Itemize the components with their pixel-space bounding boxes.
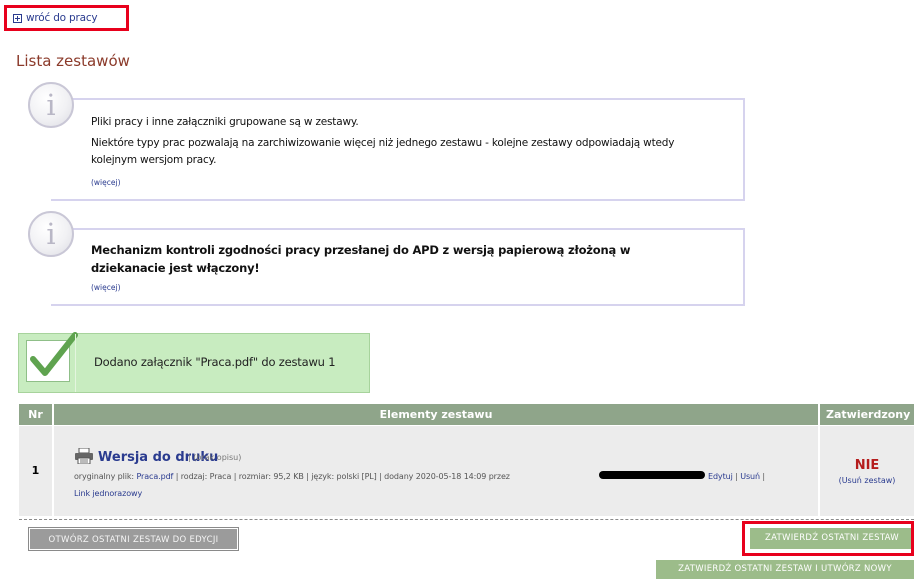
- item-description: | (brak opisu): [188, 453, 242, 462]
- printer-icon: [74, 447, 94, 465]
- back-to-thesis-link[interactable]: wróć do pracy: [4, 5, 129, 31]
- success-message-box: Dodano załącznik "Praca.pdf" do zestawu …: [18, 332, 370, 393]
- control-message: Mechanizm kontroli zgodności pracy przes…: [91, 243, 631, 275]
- approve-and-new-button[interactable]: ZATWIERDŹ OSTATNI ZESTAW I UTWÓRZ NOWY: [656, 560, 914, 579]
- more-link[interactable]: (więcej): [91, 283, 121, 292]
- item-meta: oryginalny plik: Praca.pdf | rodzaj: Pra…: [74, 472, 510, 481]
- column-header-approved: Zatwierdzony: [820, 404, 914, 425]
- meta-details: | rodzaj: Praca | rozmiar: 95,2 KB | jęz…: [175, 472, 510, 481]
- meta-prefix: oryginalny plik:: [74, 472, 135, 481]
- remove-set-link[interactable]: (Usuń zestaw): [820, 476, 914, 485]
- back-link-label: wróć do pracy: [26, 12, 98, 24]
- more-link[interactable]: (więcej): [91, 178, 121, 187]
- row-number: 1: [31, 464, 40, 477]
- success-text: Dodano załącznik "Praca.pdf" do zestawu …: [94, 355, 336, 369]
- file-link[interactable]: Praca.pdf: [136, 472, 173, 481]
- delete-link[interactable]: Usuń: [740, 472, 760, 481]
- checkmark-icon: [26, 332, 78, 382]
- approved-status: NIE: [854, 458, 880, 473]
- info-line-2: Niektóre typy prac pozwalają na zarchiwi…: [91, 137, 675, 166]
- column-header-elements: Elementy zestawu: [54, 404, 818, 425]
- info-icon: i: [28, 82, 74, 128]
- onetime-link[interactable]: Link jednorazowy: [74, 489, 142, 498]
- plus-box-icon: [13, 14, 22, 23]
- divider: [19, 519, 914, 520]
- open-last-set-button[interactable]: OTWÓRZ OSTATNI ZESTAW DO EDYCJI: [28, 527, 239, 551]
- highlight-frame: [742, 521, 914, 556]
- column-header-nr: Nr: [19, 404, 52, 425]
- redacted-author: [599, 471, 705, 479]
- info-box-sets: Pliki pracy i inne załączniki grupowane …: [51, 98, 745, 201]
- edit-link[interactable]: Edytuj: [708, 472, 733, 481]
- info-icon: i: [28, 211, 74, 257]
- item-actions: Edytuj | Usuń |: [708, 472, 765, 481]
- info-box-control: Mechanizm kontroli zgodności pracy przes…: [51, 228, 745, 306]
- table-row: [19, 426, 914, 516]
- info-line-1: Pliki pracy i inne załączniki grupowane …: [91, 116, 359, 128]
- section-title: Lista zestawów: [16, 52, 130, 70]
